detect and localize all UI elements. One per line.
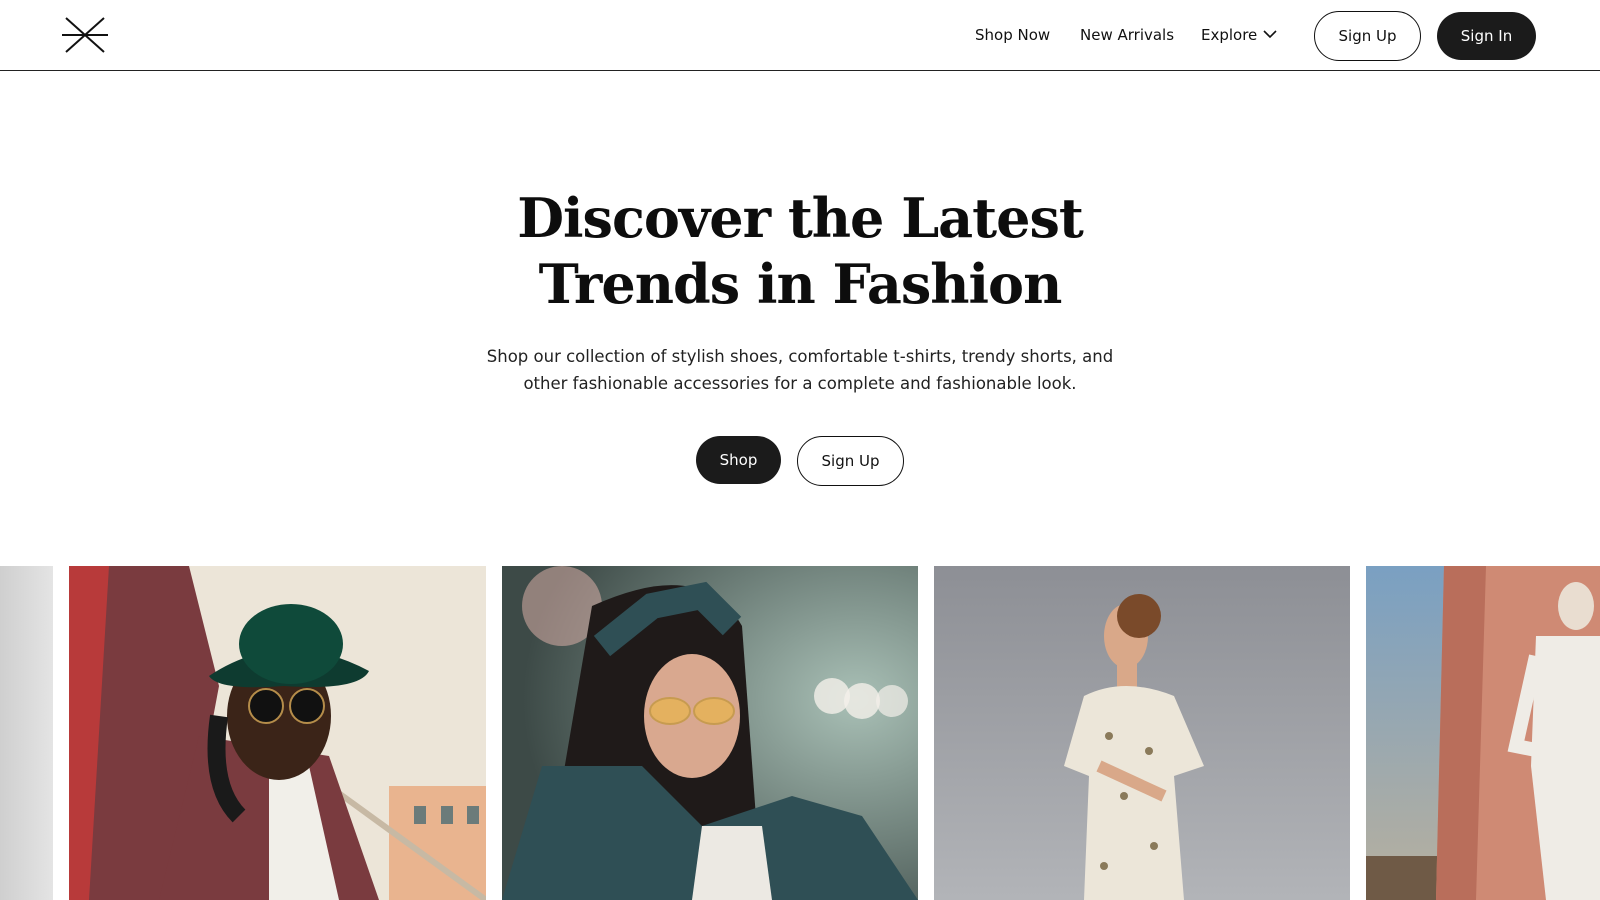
gallery-photo-hat[interactable] <box>69 566 486 900</box>
hero-title-line1: Discover the Latest <box>517 186 1084 250</box>
fashion-photo-gallery <box>0 566 1600 900</box>
header-sign-in-button[interactable]: Sign In <box>1437 12 1536 60</box>
gallery-photo-floral-dress[interactable] <box>934 566 1350 900</box>
hero-subtitle-line2: other fashionable accessories for a comp… <box>523 374 1077 393</box>
hero-title: Discover the Latest Trends in Fashion <box>300 185 1300 317</box>
hero-shop-button[interactable]: Shop <box>696 436 781 484</box>
gallery-photo-white-coat[interactable] <box>1366 566 1600 900</box>
top-navigation-bar: Shop Now New Arrivals Explore Sign Up Si… <box>0 0 1600 71</box>
photo-image <box>502 566 918 900</box>
photo-image <box>1366 566 1600 900</box>
header-sign-up-button[interactable]: Sign Up <box>1314 11 1421 61</box>
gallery-photo-partial-left[interactable] <box>0 566 53 900</box>
nav-shop-now[interactable]: Shop Now <box>975 25 1050 45</box>
hero-subtitle: Shop our collection of stylish shoes, co… <box>450 343 1150 397</box>
photo-image <box>69 566 486 900</box>
photo-image <box>0 566 53 900</box>
nav-explore[interactable]: Explore <box>1201 25 1277 45</box>
hero-sign-up-button[interactable]: Sign Up <box>797 436 904 486</box>
chevron-down-icon <box>1263 29 1277 38</box>
gallery-photo-denim[interactable] <box>502 566 918 900</box>
brand-logo-icon[interactable] <box>62 14 108 56</box>
photo-image <box>934 566 1350 900</box>
nav-explore-label: Explore <box>1201 26 1258 44</box>
hero-title-line2: Trends in Fashion <box>538 252 1063 316</box>
hero-subtitle-line1: Shop our collection of stylish shoes, co… <box>486 347 1114 366</box>
nav-new-arrivals[interactable]: New Arrivals <box>1080 25 1174 45</box>
